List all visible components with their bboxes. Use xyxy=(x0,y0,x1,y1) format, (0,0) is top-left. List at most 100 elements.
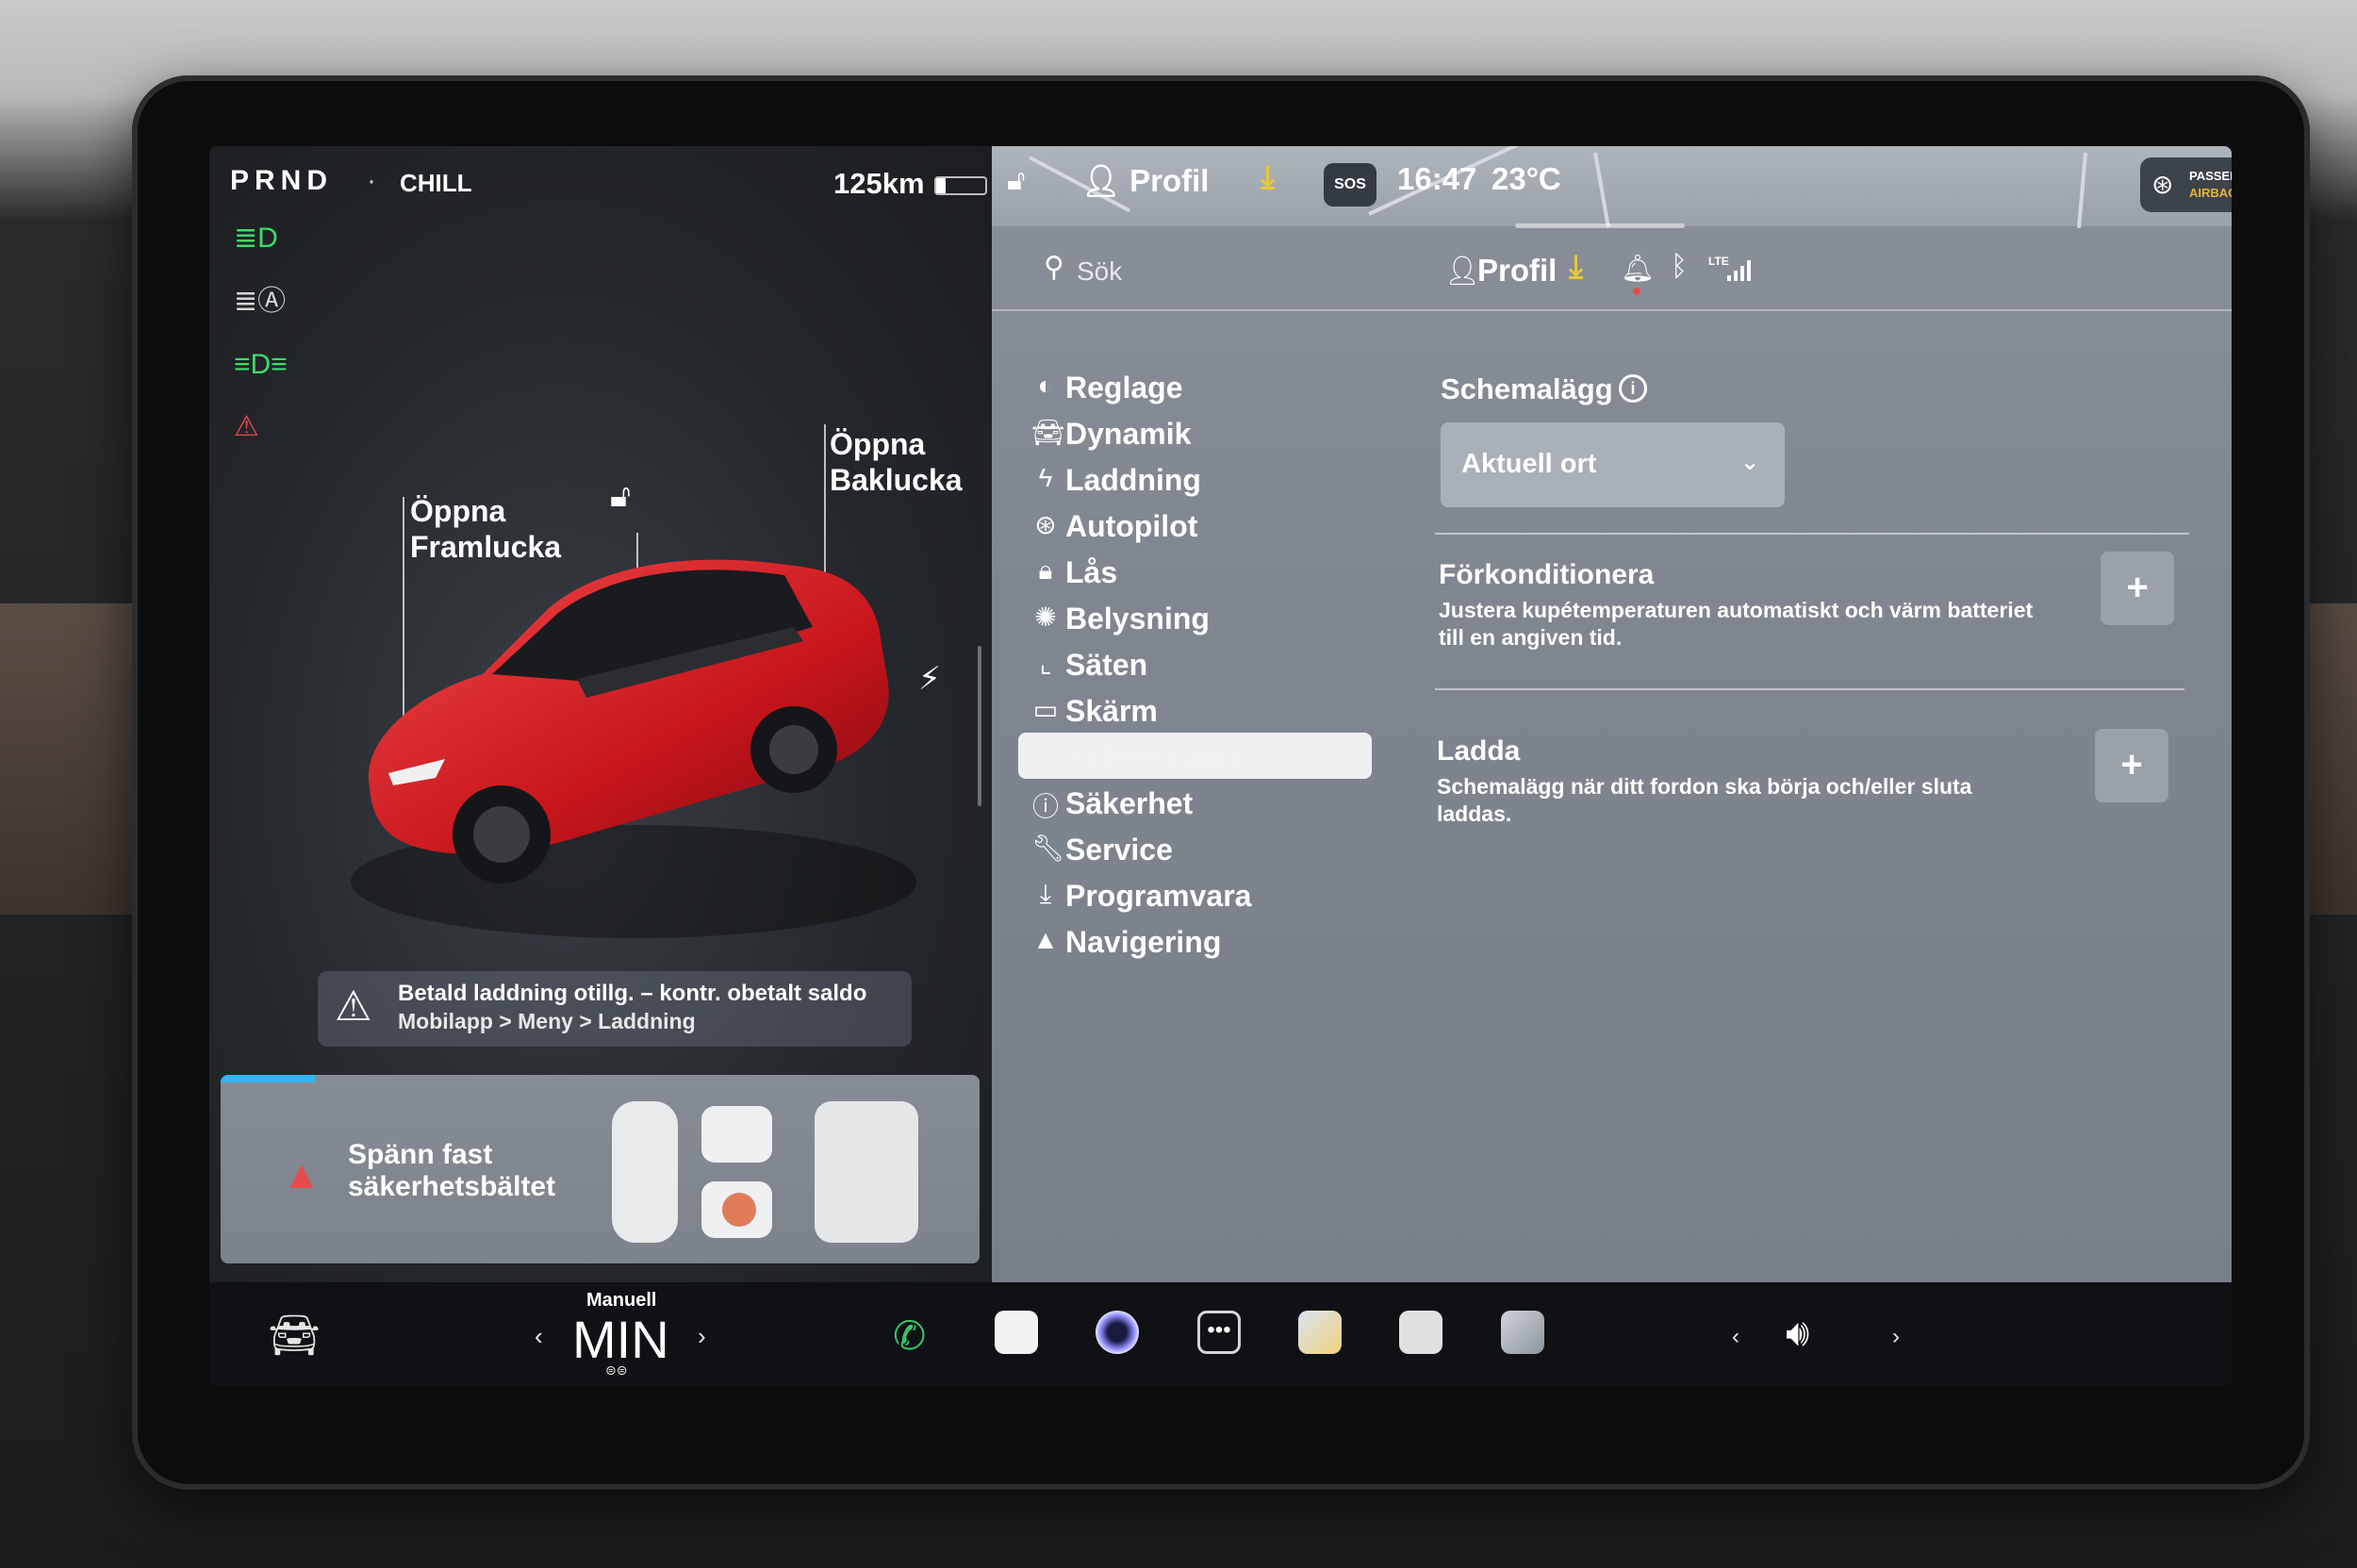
volume-up-chevron-icon[interactable]: › xyxy=(1892,1324,1900,1350)
map-preview[interactable]: 🔓︎ 👤︎ Profil ⤓ SOS 16:47 23°C ⊛ PASSENGE… xyxy=(992,146,2232,228)
parking-lights-icon: ≡D≡ xyxy=(234,349,288,380)
profile-quick-button[interactable]: 👤︎ Profil xyxy=(1081,163,1209,200)
section-divider xyxy=(1435,688,2184,690)
profile-icon[interactable]: 👤︎ xyxy=(1444,255,1480,288)
sun-icon: ✺ xyxy=(1034,602,1057,632)
seatbelt-warning-icon: ⚠ xyxy=(234,411,259,442)
bottom-dock: 🚘︎ Manuell ‹ MIN › ⊜⊜ ✆ ••• ‹ 🔊︎ › xyxy=(209,1282,2232,1386)
profile-button[interactable]: Profil xyxy=(1477,253,1557,289)
sidebar-item-laddning[interactable]: ϟ Laddning xyxy=(1018,455,1372,502)
bolt-icon: ϟ xyxy=(1038,463,1053,492)
add-charge-schedule-button[interactable]: + xyxy=(2095,729,2168,802)
page-title: Schemalägg xyxy=(1441,372,1613,405)
paid-charging-warning[interactable]: ⚠ Betald laddning otillg. – kontr. obeta… xyxy=(318,971,912,1047)
weather-app-icon[interactable] xyxy=(1298,1311,1342,1354)
section-divider xyxy=(1435,533,2189,535)
fan-decrease-chevron-icon[interactable]: ‹ xyxy=(535,1322,543,1351)
sos-button[interactable]: SOS xyxy=(1324,163,1376,206)
range-readout: 125km xyxy=(833,167,925,200)
alert-triangle-icon: ▲ xyxy=(282,1152,321,1197)
separator-dot: · xyxy=(367,165,376,196)
sidebar-item-label: Skärm xyxy=(1065,694,1158,728)
car-controls-icon[interactable]: 🚘︎ xyxy=(268,1311,321,1360)
gear-selector: PRND xyxy=(230,165,334,196)
bluetooth-icon[interactable]: ᛒ xyxy=(1671,251,1688,283)
settings-header: ⚲ 👤︎ Profil ⤓ 🔔︎ ᛒ LTE xyxy=(992,236,2232,311)
pull-down-handle[interactable] xyxy=(1515,223,1685,228)
sidebar-item-dynamik[interactable]: 🚘︎ Dynamik xyxy=(1018,409,1372,455)
sidebar-item-label: Säkerhet xyxy=(1065,786,1194,820)
sidebar-item-label: Reglage xyxy=(1065,371,1183,404)
sidebar-item-label: Lås xyxy=(1065,555,1118,589)
info-icon[interactable]: i xyxy=(1619,374,1647,403)
sidebar-item-programvara[interactable]: ⤓ Programvara xyxy=(1018,871,1372,917)
charge-description: Schemalägg när ditt fordon ska börja och… xyxy=(1437,774,1972,826)
download-icon: ⤓ xyxy=(1039,879,1052,908)
camera-app-icon[interactable] xyxy=(1096,1311,1139,1354)
airbag-state: AIRBAG ON xyxy=(2189,186,2232,200)
search-icon[interactable]: ⚲ xyxy=(1044,251,1064,284)
info-circle-icon: ⓘ xyxy=(1031,792,1059,821)
location-select[interactable]: Aktuell ort ⌄ xyxy=(1441,422,1785,507)
software-download-icon[interactable]: ⤓ xyxy=(1569,249,1583,286)
dashboard-trim-left xyxy=(0,603,141,915)
sidebar-item-schemalägg[interactable]: ◷ Schemalägg xyxy=(1018,733,1372,779)
volume-down-chevron-icon[interactable]: ‹ xyxy=(1732,1324,1739,1350)
sidebar-item-skärm[interactable]: ▭ Skärm xyxy=(1018,686,1372,733)
sidebar-item-säkerhet[interactable]: ⓘ Säkerhet xyxy=(1018,779,1372,825)
sidebar-item-belysning[interactable]: ✺ Belysning xyxy=(1018,594,1372,640)
sidebar-item-säten[interactable]: ⌞ Säten xyxy=(1018,640,1372,686)
add-precondition-button[interactable]: + xyxy=(2101,552,2174,625)
volume-icon[interactable]: 🔊︎ xyxy=(1786,1312,1809,1355)
sidebar-item-label: Service xyxy=(1065,833,1173,867)
outside-temperature: 23°C xyxy=(1492,161,1561,196)
download-icon[interactable]: ⤓ xyxy=(1261,159,1275,196)
settings-menu: ◐ Reglage 🚘︎ Dynamik ϟ Laddning ⊛ Autopilot 🔒︎ Lå… xyxy=(1018,363,1372,964)
navigation-icon: ▲ xyxy=(1032,925,1059,954)
auto-high-beam-icon[interactable]: ≣Ⓐ xyxy=(234,283,286,321)
battery-icon xyxy=(934,176,987,195)
chevron-down-icon: ⌄ xyxy=(1740,450,1760,475)
sidebar-item-label: Autopilot xyxy=(1065,509,1198,543)
sidebar-item-autopilot[interactable]: ⊛ Autopilot xyxy=(1018,502,1372,548)
car-3d-view[interactable] xyxy=(304,438,945,966)
dashcam-app-icon[interactable] xyxy=(1399,1311,1442,1354)
charge-title: Ladda xyxy=(1437,735,1521,767)
sidebar-item-label: Programvara xyxy=(1065,879,1252,913)
sidebar-item-label: Belysning xyxy=(1065,602,1210,635)
alert-progress-bar xyxy=(221,1075,315,1082)
sidebar-item-reglage[interactable]: ◐ Reglage xyxy=(1018,363,1372,409)
notes-app-icon[interactable] xyxy=(995,1311,1038,1354)
phone-icon[interactable]: ✆ xyxy=(893,1312,926,1359)
seatbelt-alert-text: Spänn fast säkerhetsbältet xyxy=(348,1139,556,1202)
lock-icon: 🔒︎ xyxy=(1038,555,1053,585)
defrost-icon: ⊜⊜ xyxy=(605,1362,628,1378)
fan-increase-chevron-icon[interactable]: › xyxy=(698,1322,706,1351)
notification-bell-icon[interactable]: 🔔︎ xyxy=(1621,253,1655,284)
seat-occupancy-diagram xyxy=(612,1101,918,1243)
passenger-airbag-status: ⊛ PASSENGER AIRBAG ON xyxy=(2140,157,2232,212)
sidebar-item-navigering[interactable]: ▲ Navigering xyxy=(1018,917,1372,964)
sidebar-item-lås[interactable]: 🔒︎ Lås xyxy=(1018,548,1372,594)
sidebar-item-label: Laddning xyxy=(1065,463,1201,497)
sidebar-item-service[interactable]: 🔧︎ Service xyxy=(1018,825,1372,871)
lock-status-icon[interactable]: 🔓︎ xyxy=(1007,165,1025,197)
low-beam-icon[interactable]: ≣D xyxy=(234,220,281,257)
sidebar-item-label: Säten xyxy=(1065,648,1148,682)
fan-speed-value[interactable]: MIN xyxy=(572,1309,669,1370)
panel-scrollbar[interactable] xyxy=(978,646,981,806)
seatbelt-alert-card[interactable]: ▲ Spänn fast säkerhetsbältet xyxy=(221,1075,980,1263)
car-icon: 🚘︎ xyxy=(1031,418,1065,447)
sidebar-item-label: Schemalägg xyxy=(1065,740,1244,774)
media-app-icon[interactable] xyxy=(1501,1311,1544,1354)
touchscreen: PRND · CHILL 125km ≣D ≣Ⓐ ≡D≡ ⚠ Öppna Fra… xyxy=(209,146,2232,1386)
more-apps-icon[interactable]: ••• xyxy=(1197,1311,1241,1354)
settings-panel: 🔓︎ 👤︎ Profil ⤓ SOS 16:47 23°C ⊛ PASSENGE… xyxy=(992,146,2232,1282)
precondition-title: Förkonditionera xyxy=(1439,559,1655,590)
notification-dot xyxy=(1633,288,1640,295)
sidebar-item-label: Dynamik xyxy=(1065,417,1192,451)
sidebar-item-label: Navigering xyxy=(1065,925,1222,959)
warning-path: Mobilapp > Meny > Laddning xyxy=(398,1009,696,1033)
toggle-icon: ◐ xyxy=(1037,371,1054,400)
search-input[interactable] xyxy=(1077,253,1407,290)
